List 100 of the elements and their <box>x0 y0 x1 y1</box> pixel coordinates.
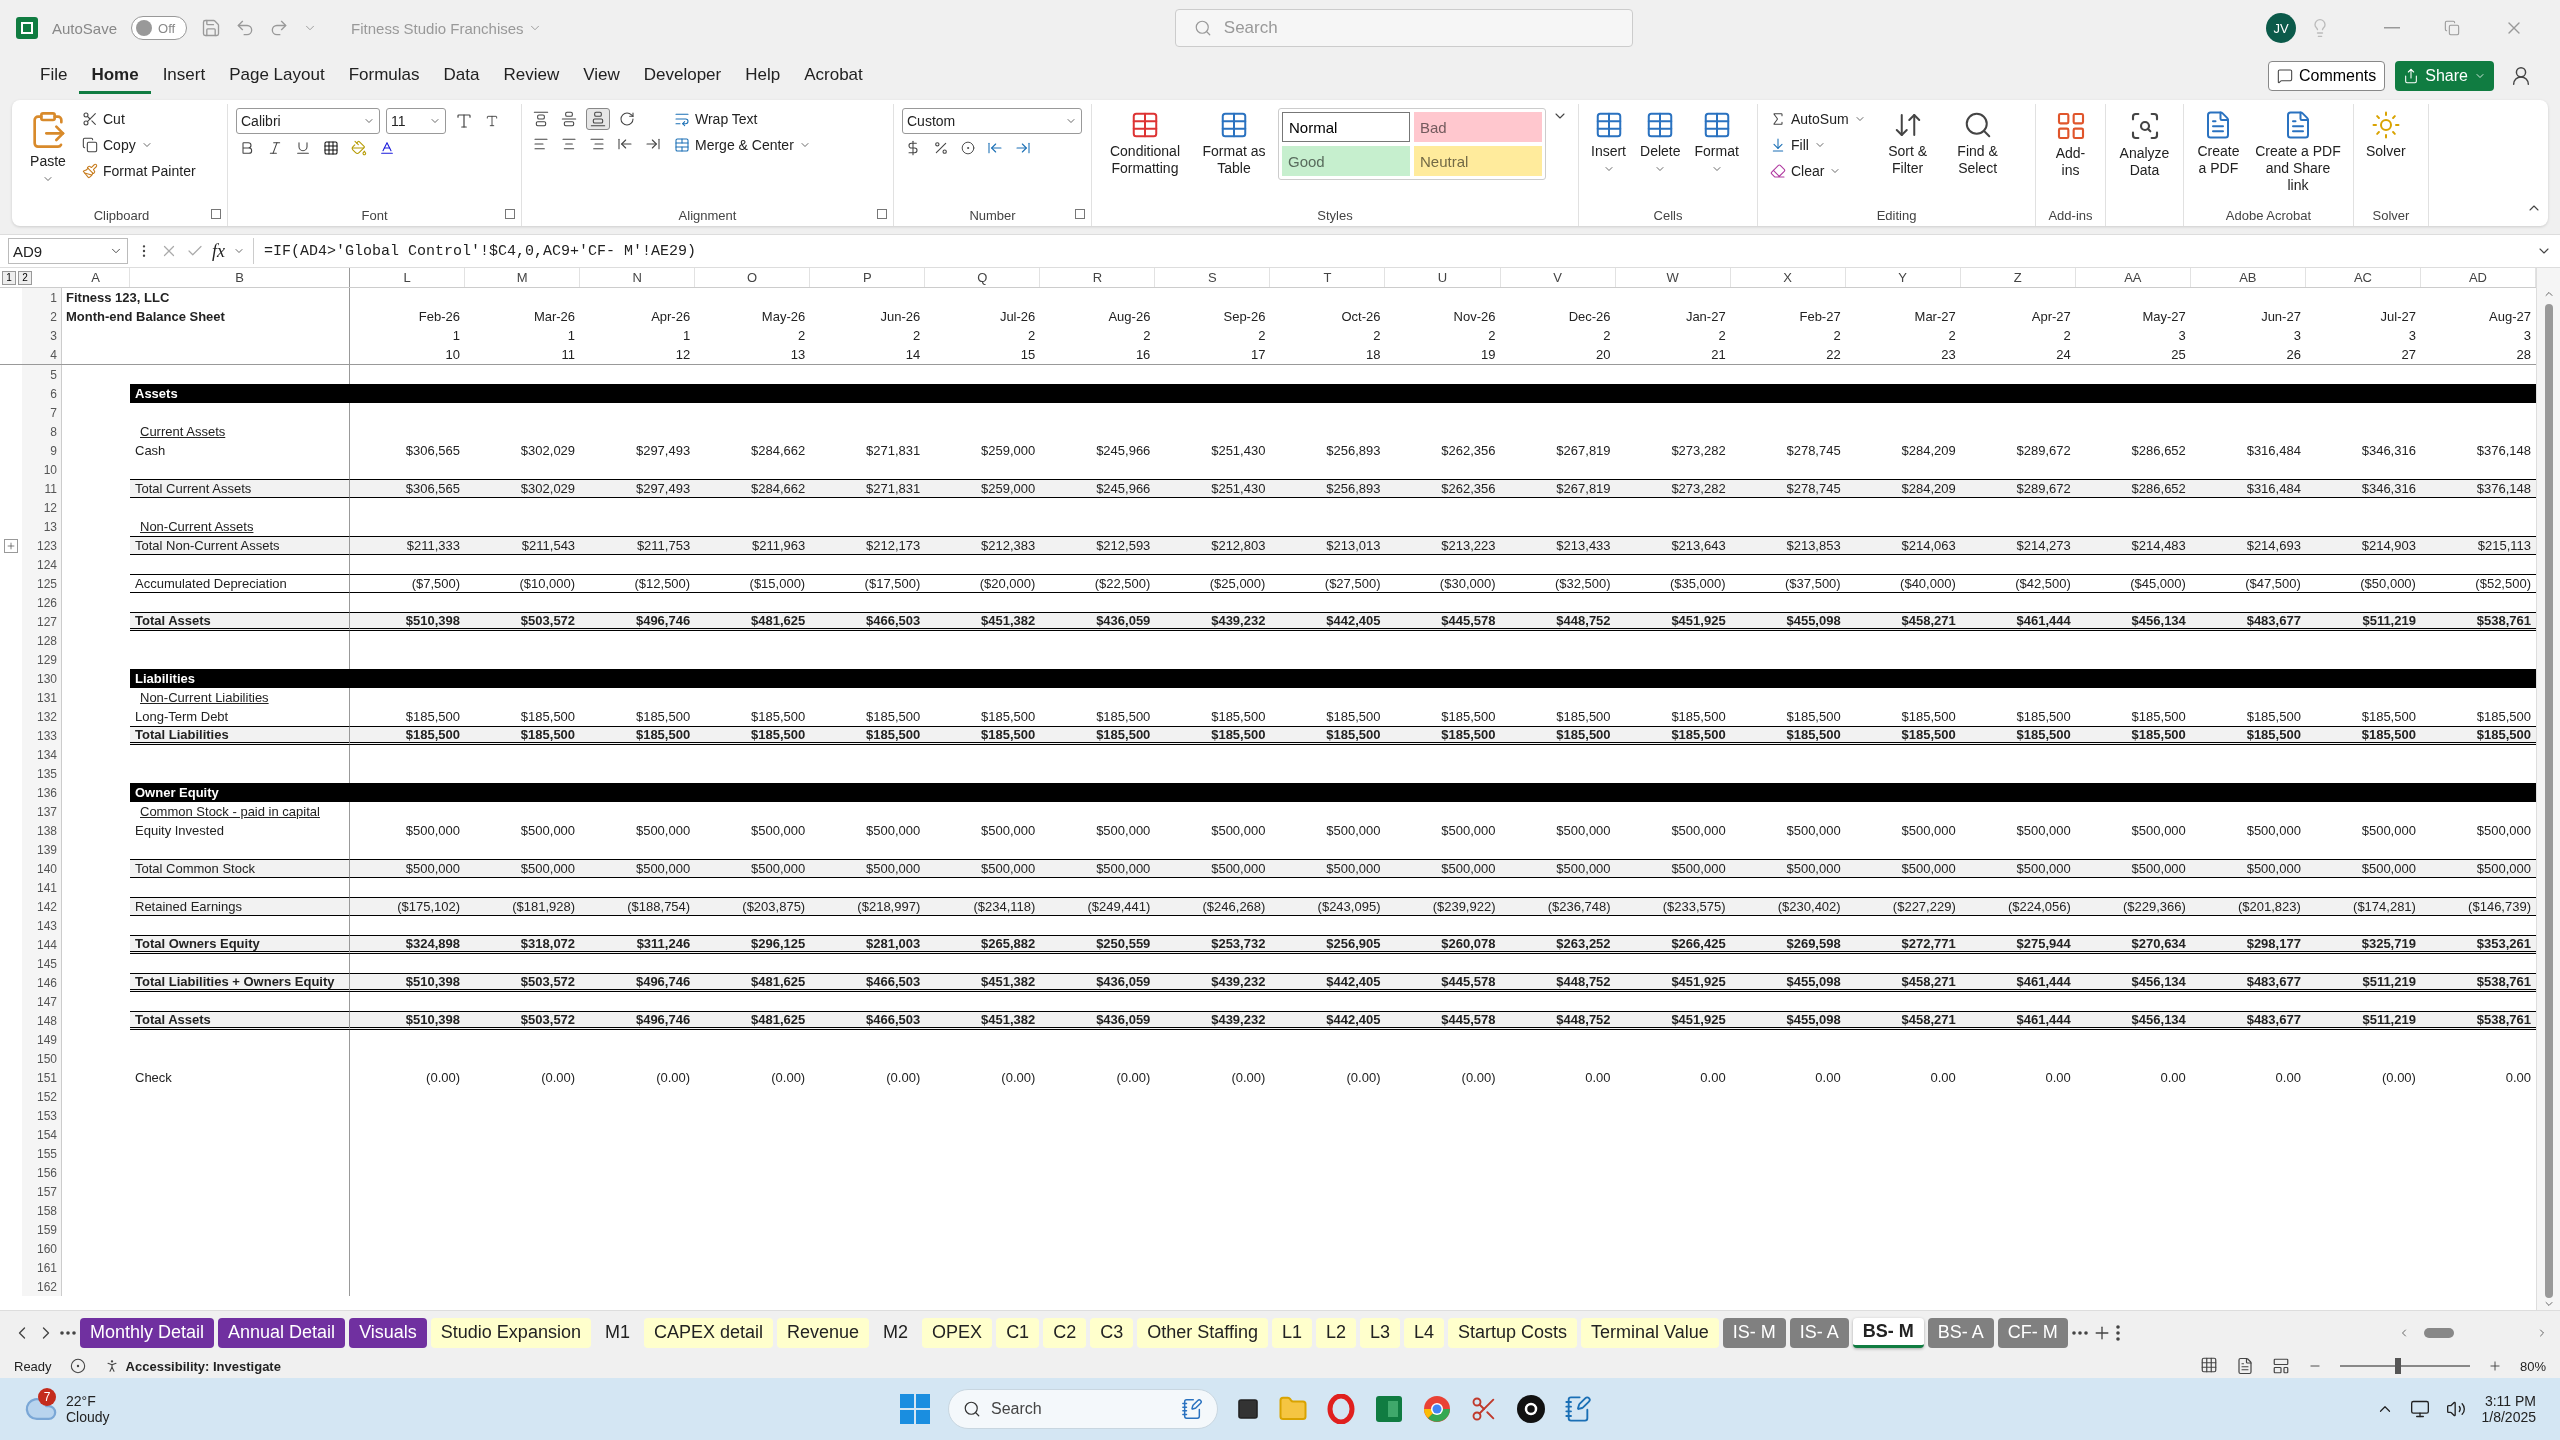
round-app-icon[interactable] <box>1516 1394 1546 1424</box>
sheet-tab[interactable]: BS- A <box>1927 1317 1994 1348</box>
windows-start-icon[interactable] <box>900 1394 930 1424</box>
sheet-tab[interactable]: Revenue <box>777 1317 870 1348</box>
cells-button[interactable]: Insert <box>1587 108 1630 177</box>
menu-tab[interactable]: Insert <box>150 58 218 94</box>
clear-button[interactable]: Clear <box>1766 160 1870 182</box>
column-header[interactable]: AB <box>2190 268 2306 287</box>
wrap-text-button[interactable]: Wrap Text <box>670 108 815 130</box>
cells-button[interactable]: Format <box>1690 108 1743 177</box>
scrollbar-thumb[interactable] <box>2424 1327 2454 1338</box>
column-header[interactable]: M <box>465 268 581 287</box>
sheet-tab[interactable]: Visuals <box>349 1317 427 1348</box>
fill-button[interactable]: Fill <box>1766 134 1870 156</box>
browser-icon[interactable] <box>1422 1394 1452 1424</box>
sheet-tab[interactable]: M2 <box>873 1317 919 1348</box>
dialog-launcher-icon[interactable] <box>211 209 221 219</box>
add-ins-button[interactable]: Add-ins <box>2044 108 2097 181</box>
sheet-tab[interactable]: OPEX <box>922 1317 993 1348</box>
menu-tab[interactable]: Acrobat <box>792 58 875 94</box>
solver-button[interactable]: Solver <box>2362 108 2410 162</box>
column-header[interactable]: Y <box>1845 268 1961 287</box>
font-name-dropdown[interactable]: Calibri <box>236 108 380 134</box>
name-box[interactable]: AD9 <box>8 238 128 264</box>
sheet-tab[interactable]: Annual Detail <box>218 1317 346 1348</box>
dialog-launcher-icon[interactable] <box>505 209 515 219</box>
sheet-tab[interactable]: L2 <box>1315 1317 1356 1348</box>
sheet-tab[interactable]: C3 <box>1090 1317 1134 1348</box>
share-button[interactable]: Share <box>2395 61 2494 91</box>
column-header[interactable]: A <box>62 268 130 287</box>
column-header[interactable]: S <box>1155 268 1271 287</box>
column-header[interactable]: P <box>810 268 926 287</box>
menu-tab[interactable]: Page Layout <box>217 58 337 94</box>
sheet-tab[interactable]: M1 <box>594 1317 640 1348</box>
autosum-button[interactable]: AutoSum <box>1766 108 1870 130</box>
column-header[interactable]: U <box>1385 268 1501 287</box>
format-as-table-button[interactable]: Format as Table <box>1196 108 1272 179</box>
cell-style-option[interactable]: Normal <box>1282 112 1410 142</box>
accessibility-status[interactable]: Accessibility: Investigate <box>125 1358 281 1374</box>
cut-button[interactable]: Cut <box>78 108 200 130</box>
find-select-button[interactable]: Find & Select <box>1945 108 2010 179</box>
menu-tab[interactable]: Home <box>79 58 151 94</box>
column-header[interactable]: X <box>1730 268 1846 287</box>
pdf-button[interactable]: Create a PDF <box>2192 108 2245 179</box>
font-size-dropdown[interactable]: 11 <box>386 108 446 134</box>
outline-level-button[interactable]: 1 <box>2 270 16 285</box>
sheet-tab[interactable]: IS- A <box>1789 1317 1849 1348</box>
column-header[interactable]: R <box>1040 268 1156 287</box>
more-icon[interactable] <box>2071 1330 2088 1335</box>
column-header[interactable]: T <box>1270 268 1386 287</box>
sheet-tab[interactable]: Startup Costs <box>1448 1317 1578 1348</box>
sheet-tab[interactable]: C1 <box>996 1317 1040 1348</box>
outline-level-button[interactable]: 2 <box>18 270 32 285</box>
insert-function-button[interactable]: fx <box>212 240 225 262</box>
conditional-formatting-button[interactable]: Conditional Formatting <box>1100 108 1190 179</box>
column-header[interactable]: O <box>695 268 811 287</box>
sheet-tab[interactable]: Monthly Detail <box>80 1317 215 1348</box>
column-header[interactable]: B <box>130 268 350 287</box>
number-format-dropdown[interactable]: Custom <box>902 108 1082 134</box>
zoom-level[interactable]: 80% <box>2519 1358 2546 1374</box>
sheet-tab[interactable]: Other Staffing <box>1137 1317 1268 1348</box>
taskbar-search-field[interactable]: Search <box>948 1389 1218 1429</box>
sheet-tab[interactable]: C2 <box>1043 1317 1087 1348</box>
pdf-button[interactable]: Create a PDF and Share link <box>2250 108 2345 196</box>
column-header[interactable]: AA <box>2075 268 2191 287</box>
copy-button[interactable]: Copy <box>78 134 200 156</box>
sheet-tab[interactable]: Terminal Value <box>1581 1317 1719 1348</box>
autosave-toggle[interactable]: Off <box>131 16 188 40</box>
more-sheets-icon[interactable] <box>60 1330 76 1335</box>
column-header[interactable]: AC <box>2305 268 2421 287</box>
options-icon[interactable] <box>2115 1324 2120 1341</box>
sheet-tab[interactable]: L3 <box>1359 1317 1400 1348</box>
cells-button[interactable]: Delete <box>1636 108 1685 177</box>
column-header[interactable]: V <box>1500 268 1616 287</box>
cell-style-option[interactable]: Good <box>1282 146 1410 176</box>
scrollbar-thumb[interactable] <box>2544 303 2553 1299</box>
paste-button[interactable]: Paste <box>24 108 72 187</box>
cell-style-option[interactable]: Bad <box>1414 112 1542 142</box>
sheet-tab[interactable]: IS- M <box>1722 1317 1786 1348</box>
spreadsheet-app-icon[interactable] <box>1374 1394 1404 1424</box>
dialog-launcher-icon[interactable] <box>877 209 887 219</box>
sheet-tab[interactable]: L4 <box>1404 1317 1445 1348</box>
menu-tab[interactable]: Review <box>491 58 572 94</box>
sort-filter-button[interactable]: Sort & Filter <box>1875 108 1940 179</box>
bottom-align-button[interactable] <box>586 108 610 130</box>
formula-field[interactable]: =IF(AD4>'Global Control'!$C4,0,AC9+'CF- M'!AE29) <box>253 238 2528 264</box>
sheet-tab[interactable]: L1 <box>1271 1317 1312 1348</box>
merge-center-button[interactable]: Merge & Center <box>670 134 815 156</box>
user-avatar[interactable]: JV <box>2266 13 2296 43</box>
comments-button[interactable]: Comments <box>2267 61 2386 91</box>
menu-tab[interactable]: Formulas <box>336 58 432 94</box>
sheet-tab[interactable]: BS- M <box>1852 1317 1924 1348</box>
column-header[interactable]: Z <box>1960 268 2076 287</box>
cell-style-option[interactable]: Neutral <box>1414 146 1542 176</box>
column-header[interactable]: N <box>580 268 696 287</box>
column-header[interactable]: Q <box>925 268 1041 287</box>
dialog-launcher-icon[interactable] <box>1075 209 1085 219</box>
menu-tab[interactable]: Data <box>431 58 492 94</box>
menu-tab[interactable]: Developer <box>631 58 734 94</box>
menu-tab[interactable]: File <box>28 58 80 94</box>
